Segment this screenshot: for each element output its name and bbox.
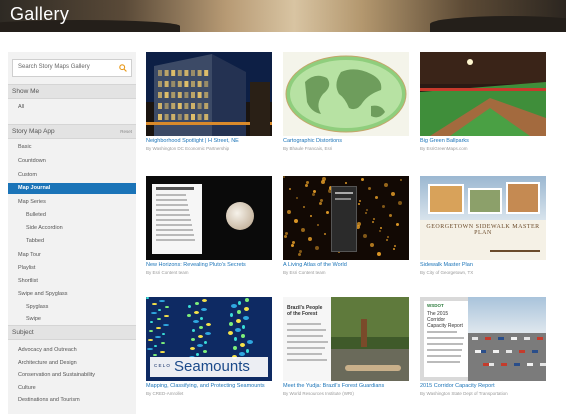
thumb-overlay-small: C E L O bbox=[154, 363, 170, 368]
subject-item-culture[interactable]: Culture bbox=[8, 383, 136, 394]
filter-item-side-accordion[interactable]: Side Accordion bbox=[8, 223, 136, 234]
card-author: By CRED-Amrollet bbox=[146, 391, 184, 396]
search-placeholder: Search Story Maps Gallery bbox=[18, 64, 90, 70]
filter-item-countdown[interactable]: Countdown bbox=[8, 156, 136, 167]
subject-item-advocacy-and-outreach[interactable]: Advocacy and Outreach bbox=[8, 345, 136, 356]
card-title[interactable]: Cartographic Distortions bbox=[283, 138, 423, 144]
card-title[interactable]: Big Green Ballparks bbox=[420, 138, 560, 144]
card-author: By Bhaule Francais, Esri bbox=[283, 146, 333, 151]
card-thumbnail-corridor[interactable]: WSDOT The 2015 Corridor Capacity Report bbox=[420, 297, 546, 381]
filter-item-custom[interactable]: Custom bbox=[8, 170, 136, 181]
filter-item-basic[interactable]: Basic bbox=[8, 142, 136, 153]
section-title: Subject bbox=[12, 329, 34, 336]
card-title[interactable]: Sidewalk Master Plan bbox=[420, 262, 560, 268]
section-subject: Subject bbox=[8, 325, 136, 340]
thumb-overlay-text: The 2015 Corridor Capacity Report bbox=[427, 311, 463, 329]
filter-item-shortlist[interactable]: Shortlist bbox=[8, 276, 136, 287]
card-title[interactable]: Meet the Yudja: Brazil's Forest Guardian… bbox=[283, 383, 423, 389]
filter-item-swipe-and-spyglass[interactable]: Swipe and Spyglass bbox=[8, 289, 136, 300]
card-author: By City of Georgetown, TX bbox=[420, 270, 474, 275]
search-input[interactable]: Search Story Maps Gallery bbox=[12, 59, 132, 77]
card-author: By Washington DC Economic Partnership bbox=[146, 146, 230, 151]
reset-link[interactable]: Reset bbox=[120, 129, 132, 134]
section-story-map-app: Story Map App Reset bbox=[8, 124, 136, 139]
page-title: Gallery bbox=[10, 4, 70, 24]
subject-item-conservation-and-sustainability[interactable]: Conservation and Sustainability bbox=[8, 370, 136, 381]
card-title[interactable]: A Living Atlas of the World bbox=[283, 262, 423, 268]
thumb-overlay-text: Brazil's People of the Forest bbox=[287, 305, 323, 317]
filter-item-spyglass[interactable]: Spyglass bbox=[8, 302, 136, 313]
section-title: Show Me bbox=[12, 88, 40, 95]
card-title[interactable]: 2015 Corridor Capacity Report bbox=[420, 383, 560, 389]
filter-item-bulleted[interactable]: Bulleted bbox=[8, 210, 136, 221]
thumb-overlay-small: WSDOT bbox=[427, 303, 444, 308]
card-title[interactable]: Mapping, Classifying, and Protecting Sea… bbox=[146, 383, 286, 389]
banner-hill bbox=[430, 16, 566, 32]
card-thumbnail-pluto[interactable] bbox=[146, 176, 272, 260]
section-show-me: Show Me bbox=[8, 84, 136, 99]
subject-item-architecture-and-design[interactable]: Architecture and Design bbox=[8, 358, 136, 369]
card-thumbnail-yudja[interactable]: Brazil's People of the Forest bbox=[283, 297, 409, 381]
subject-item-destinations-and-tourism[interactable]: Destinations and Tourism bbox=[8, 395, 136, 406]
filter-item-swipe[interactable]: Swipe bbox=[8, 314, 136, 325]
card-author: By Esri Content team bbox=[146, 270, 189, 275]
filter-item-all[interactable]: All bbox=[8, 102, 136, 113]
filter-item-tabbed[interactable]: Tabbed bbox=[8, 236, 136, 247]
gallery-banner: Gallery bbox=[0, 0, 566, 32]
card-thumbnail-seamounts[interactable]: C E L O Seamounts bbox=[146, 297, 272, 381]
filter-item-playlist[interactable]: Playlist bbox=[8, 263, 136, 274]
card-thumbnail-sidewalk[interactable]: GEORGETOWN SIDEWALK MASTER PLAN bbox=[420, 176, 546, 260]
card-author: By EsriGreenMaps.com bbox=[420, 146, 468, 151]
card-author: By World Resources Institute (WRI) bbox=[283, 391, 354, 396]
filter-item-map-series[interactable]: Map Series bbox=[8, 197, 136, 208]
card-title[interactable]: Neighborhood Spotlight | H Street, NE bbox=[146, 138, 286, 144]
card-author: By Esri Content team bbox=[283, 270, 326, 275]
thumb-overlay-text: GEORGETOWN SIDEWALK MASTER PLAN bbox=[426, 224, 540, 236]
card-thumbnail-city-night[interactable] bbox=[146, 52, 272, 136]
card-thumbnail-world-map[interactable] bbox=[283, 52, 409, 136]
section-title: Story Map App bbox=[12, 128, 55, 135]
card-thumbnail-atlas[interactable] bbox=[283, 176, 409, 260]
card-author: By Washington State Dept of Transportati… bbox=[420, 391, 508, 396]
thumb-overlay-text: Seamounts bbox=[174, 358, 250, 375]
filter-sidebar: Search Story Maps Gallery Show Me All St… bbox=[8, 52, 136, 414]
search-icon[interactable] bbox=[119, 64, 127, 72]
card-thumbnail-ballpark[interactable] bbox=[420, 52, 546, 136]
filter-item-map-journal[interactable]: Map Journal bbox=[8, 183, 136, 194]
card-title[interactable]: New Horizons: Revealing Pluto's Secrets bbox=[146, 262, 286, 268]
filter-item-map-tour[interactable]: Map Tour bbox=[8, 250, 136, 261]
